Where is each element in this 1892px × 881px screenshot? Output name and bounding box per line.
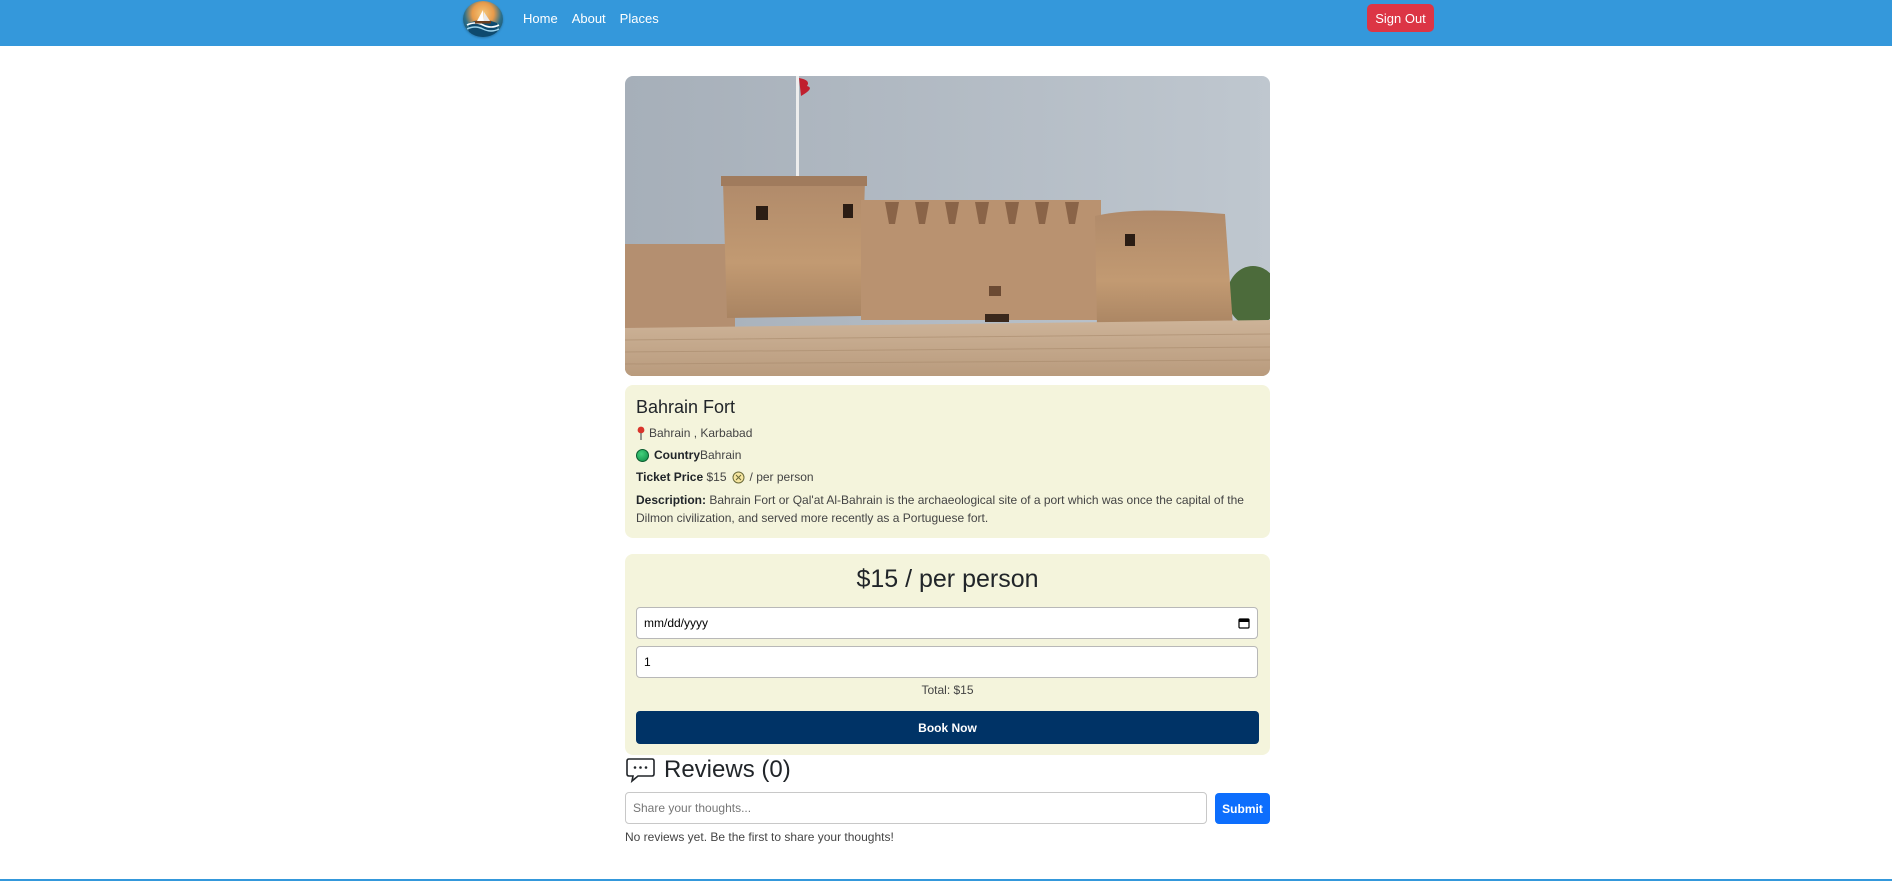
nav-link-home[interactable]: Home — [523, 11, 558, 27]
reviews-heading: Reviews (0) — [626, 755, 791, 785]
top-navbar: Home About Places Sign Out — [0, 0, 1892, 46]
date-placeholder: mm/dd/yyyy — [644, 616, 709, 630]
reviews-title: Reviews (0) — [664, 756, 791, 783]
country-value: Bahrain — [700, 448, 742, 462]
ticket-price: $15 — [706, 470, 727, 484]
site-logo[interactable] — [463, 1, 503, 37]
nav-link-places[interactable]: Places — [620, 11, 659, 27]
place-ticket-row: Ticket Price $15 / per person — [636, 469, 1259, 485]
submit-review-button[interactable]: Submit — [1215, 793, 1270, 824]
place-info-card: Bahrain Fort Bahrain , Karbabad Country B… — [625, 385, 1270, 538]
review-input[interactable] — [625, 792, 1207, 824]
ticket-label: Ticket Price — [636, 470, 704, 484]
place-description-row: Description: Bahrain Fort or Qal'at Al-B… — [636, 491, 1259, 527]
booking-date-input[interactable]: mm/dd/yyyy — [636, 607, 1258, 639]
place-description: Bahrain Fort or Qal'at Al-Bahrain is the… — [636, 493, 1244, 525]
description-label: Description: — [636, 493, 707, 507]
nav-link-about[interactable]: About — [572, 11, 606, 27]
globe-icon — [636, 448, 649, 462]
sign-out-button[interactable]: Sign Out — [1367, 4, 1434, 32]
country-label: Country — [654, 448, 700, 462]
money-icon — [732, 471, 745, 483]
no-reviews-text: No reviews yet. Be the first to share yo… — [625, 830, 894, 844]
booking-quantity-input[interactable]: 1 — [636, 646, 1258, 678]
booking-price-heading: $15 / per person — [856, 565, 1039, 593]
calendar-icon[interactable] — [1238, 617, 1250, 629]
ticket-suffix: / per person — [749, 470, 814, 484]
pin-icon — [637, 426, 645, 440]
booking-card: $15 / per person mm/dd/yyyy 1 Total: $15… — [625, 554, 1270, 755]
quantity-value: 1 — [644, 655, 651, 669]
place-title: Bahrain Fort — [636, 397, 736, 417]
place-hero-image — [625, 76, 1270, 376]
nav-links: Home About Places — [523, 11, 659, 27]
place-location-row: Bahrain , Karbabad — [636, 425, 1259, 441]
book-now-button[interactable]: Book Now — [636, 711, 1259, 744]
booking-total: Total: $15 — [921, 683, 974, 697]
chat-icon — [626, 758, 655, 783]
place-country-row: Country Bahrain — [636, 447, 1259, 463]
place-location: Bahrain , Karbabad — [649, 426, 753, 440]
